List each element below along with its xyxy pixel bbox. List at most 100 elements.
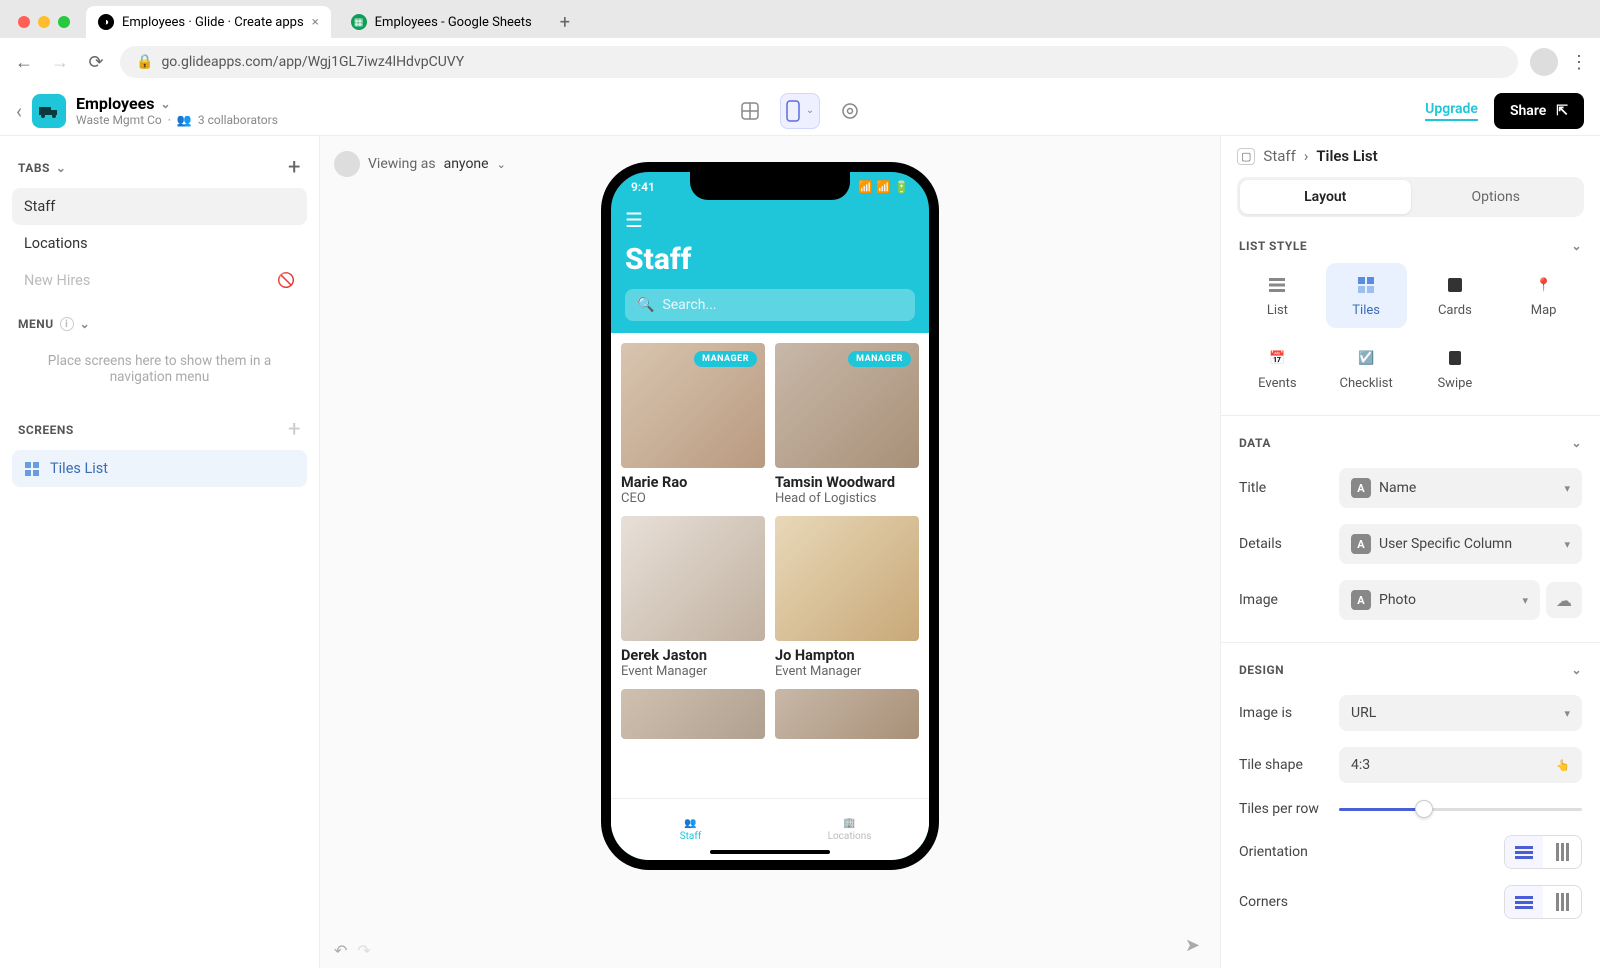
upgrade-link[interactable]: Upgrade <box>1425 101 1478 121</box>
manager-badge: MANAGER <box>694 351 757 367</box>
phone-title: Staff <box>625 242 915 277</box>
orientation-toggle <box>1504 835 1582 869</box>
redo-button[interactable]: ↷ <box>357 941 370 960</box>
tile-title: Tamsin Woodward <box>775 474 919 491</box>
window-controls <box>10 16 78 28</box>
viewing-as-selector[interactable]: Viewing as anyone ⌄ <box>334 151 506 177</box>
collaborators-icon: 👥 <box>177 113 192 127</box>
cursor-icon: ➤ <box>1185 935 1200 956</box>
cloud-upload-icon: ☁ <box>1556 591 1572 610</box>
tile-item[interactable]: Derek Jaston Event Manager <box>621 516 765 679</box>
tile-subtitle: Event Manager <box>621 664 765 679</box>
tabs-section-header[interactable]: TABS ⌄ + <box>12 147 307 188</box>
style-tiles[interactable]: Tiles <box>1326 263 1407 328</box>
tab-item-staff[interactable]: Staff <box>12 188 307 225</box>
style-map[interactable]: 📍Map <box>1503 263 1584 328</box>
image-select[interactable]: APhoto▾ <box>1339 580 1540 620</box>
orientation-horizontal[interactable] <box>1505 836 1543 868</box>
tile-item[interactable]: MANAGER Tamsin Woodward Head of Logistic… <box>775 343 919 506</box>
chevron-down-icon: ⌄ <box>806 105 814 116</box>
breadcrumb-current: Tiles List <box>1316 147 1377 165</box>
search-input[interactable]: 🔍 Search... <box>625 289 915 321</box>
hamburger-icon[interactable]: ☰ <box>625 208 643 232</box>
orientation-vertical[interactable] <box>1543 836 1581 868</box>
tiles-per-row-slider[interactable] <box>1339 799 1582 819</box>
tile-subtitle: Head of Logistics <box>775 491 919 506</box>
add-screen-button[interactable]: + <box>288 417 301 442</box>
tab-item-new-hires[interactable]: New Hires 🚫 <box>12 262 307 299</box>
app-logo <box>32 94 66 128</box>
gear-icon <box>840 101 860 121</box>
address-bar[interactable]: 🔒 go.glideapps.com/app/Wgj1GL7iwz4lHdvpC… <box>120 46 1518 78</box>
details-select[interactable]: AUser Specific Column▾ <box>1339 524 1582 564</box>
app-title[interactable]: Employees ⌄ <box>76 94 278 113</box>
home-indicator <box>710 850 830 854</box>
tab-title: Employees - Google Sheets <box>375 15 532 30</box>
back-button[interactable]: ← <box>12 52 36 73</box>
title-select[interactable]: AName▾ <box>1339 468 1582 508</box>
browser-chrome: ◑ Employees · Glide · Create apps × ▦ Em… <box>0 0 1600 87</box>
minimize-window[interactable] <box>38 16 50 28</box>
data-section-header[interactable]: DATA ⌄ <box>1237 430 1584 460</box>
corners-rounded[interactable] <box>1543 886 1581 918</box>
phone-view-button[interactable]: ⌄ <box>780 93 820 129</box>
truck-icon <box>39 103 59 119</box>
maximize-window[interactable] <box>58 16 70 28</box>
image-is-select[interactable]: URL▾ <box>1339 695 1582 731</box>
tab-options[interactable]: Options <box>1411 180 1582 214</box>
settings-view-button[interactable] <box>830 93 870 129</box>
app-back-icon[interactable]: ‹ <box>16 99 22 123</box>
menu-placeholder: Place screens here to show them in a nav… <box>12 339 307 399</box>
upload-button[interactable]: ☁ <box>1546 582 1582 618</box>
browser-tab-glide[interactable]: ◑ Employees · Glide · Create apps × <box>86 6 331 38</box>
hand-cursor-icon: 👆 <box>1556 759 1570 772</box>
style-checklist[interactable]: ☑️Checklist <box>1326 336 1407 401</box>
tab-layout[interactable]: Layout <box>1240 180 1411 214</box>
new-tab-button[interactable]: + <box>552 8 578 37</box>
hidden-icon: 🚫 <box>277 272 295 289</box>
undo-button[interactable]: ↶ <box>334 941 347 960</box>
chevron-down-icon: ⌄ <box>1571 239 1582 253</box>
tile-item[interactable] <box>621 689 765 739</box>
layout-options-tabs: Layout Options <box>1237 177 1584 217</box>
app-top-bar: ‹ Employees ⌄ Waste Mgmt Co · 👥 3 collab… <box>0 86 1600 136</box>
corners-square[interactable] <box>1505 886 1543 918</box>
tile-shape-select[interactable]: 4:3👆 <box>1339 747 1582 783</box>
view-toggle: ⌄ <box>730 93 870 129</box>
breadcrumb-parent[interactable]: Staff <box>1263 147 1295 165</box>
tile-image: MANAGER <box>621 343 765 468</box>
profile-avatar[interactable] <box>1530 48 1558 76</box>
undo-redo: ↶ ↷ <box>334 941 371 960</box>
design-section-header[interactable]: DESIGN ⌄ <box>1237 657 1584 687</box>
phone-preview: 9:41 📶 📶 🔋 ☰ Staff 🔍 Search... MANAGER M… <box>601 162 939 870</box>
tile-item[interactable]: Jo Hampton Event Manager <box>775 516 919 679</box>
phone-notch <box>690 172 850 200</box>
style-list[interactable]: List <box>1237 263 1318 328</box>
tile-image <box>621 516 765 641</box>
screen-item-tiles-list[interactable]: Tiles List <box>12 450 307 487</box>
chevron-down-icon: ⌄ <box>1571 663 1582 677</box>
tile-item[interactable] <box>775 689 919 739</box>
share-button[interactable]: Share ⇱ <box>1494 93 1584 129</box>
close-tab-icon[interactable]: × <box>312 15 319 30</box>
style-swipe[interactable]: Swipe <box>1415 336 1496 401</box>
list-style-header[interactable]: LIST STYLE ⌄ <box>1237 233 1584 263</box>
reload-button[interactable]: ⟳ <box>84 52 108 73</box>
data-view-button[interactable] <box>730 93 770 129</box>
forward-button[interactable]: → <box>48 52 72 73</box>
breadcrumb: ▢ Staff › Tiles List <box>1237 147 1584 165</box>
corners-toggle <box>1504 885 1582 919</box>
menu-section-header[interactable]: MENU i ⌄ <box>12 309 307 339</box>
phone-icon <box>786 100 800 122</box>
tile-item[interactable]: MANAGER Marie Rao CEO <box>621 343 765 506</box>
tile-image <box>775 689 919 739</box>
search-icon: 🔍 <box>637 297 654 313</box>
close-window[interactable] <box>18 16 30 28</box>
browser-tab-sheets[interactable]: ▦ Employees - Google Sheets <box>339 6 544 38</box>
prop-tile-shape: Tile shape 4:3👆 <box>1237 739 1584 791</box>
style-events[interactable]: 📅Events <box>1237 336 1318 401</box>
tab-item-locations[interactable]: Locations <box>12 225 307 262</box>
browser-menu-icon[interactable]: ⋮ <box>1570 52 1588 73</box>
add-tab-button[interactable]: + <box>288 155 301 180</box>
style-cards[interactable]: Cards <box>1415 263 1496 328</box>
